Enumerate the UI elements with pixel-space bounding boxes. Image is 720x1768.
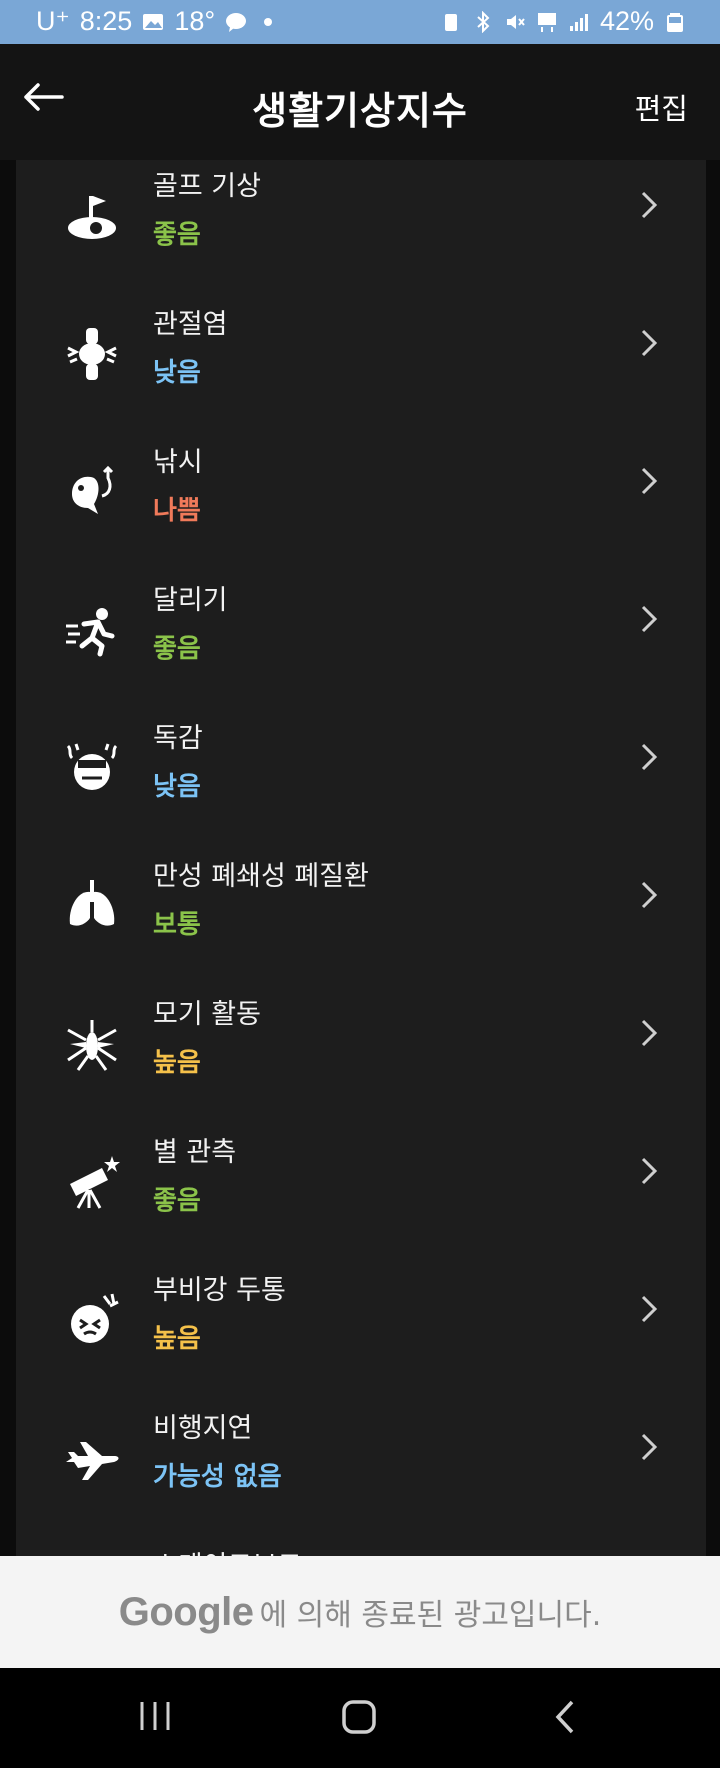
signal-icon — [569, 13, 588, 31]
system-nav-bar — [0, 1668, 720, 1768]
list-item-flight-delay[interactable]: 비행지연 가능성 없음 — [16, 1402, 706, 1540]
joint-icon — [67, 328, 117, 380]
item-status: 좋음 — [153, 220, 201, 250]
list-item-running[interactable]: 달리기 좋음 — [16, 574, 706, 712]
chevron-right-icon — [641, 1433, 658, 1461]
ad-banner: Google 에 의해 종료된 광고입니다. — [0, 1556, 720, 1668]
list-item-skateboard[interactable]: 스케이트보드 — [16, 1540, 706, 1556]
temperature-label: 18° — [174, 6, 216, 36]
battery-saver-icon — [444, 13, 457, 31]
talk-icon — [226, 12, 247, 32]
battery-percent: 42% — [599, 6, 654, 36]
item-status: 좋음 — [153, 634, 201, 664]
item-status: 높음 — [153, 1048, 201, 1078]
5g-icon — [537, 12, 556, 32]
carrier-label: U⁺ — [36, 6, 70, 36]
mute-icon — [506, 14, 525, 29]
item-status: 낮음 — [153, 772, 201, 802]
lungs-icon — [69, 880, 115, 926]
item-name: 골프 기상 — [153, 171, 261, 202]
home-icon[interactable] — [340, 1698, 378, 1736]
ad-closed-text: 에 의해 종료된 광고입니다. — [259, 1598, 602, 1633]
item-name: 비행지연 — [153, 1413, 253, 1444]
list-item-stargazing[interactable]: 별 관측 좋음 — [16, 1126, 706, 1264]
status-bar: U⁺ 8:25 18° 42% — [0, 0, 720, 44]
recent-apps-icon[interactable] — [138, 1698, 172, 1734]
item-status: 높음 — [153, 1324, 201, 1354]
chevron-right-icon — [641, 191, 658, 219]
list-item-mosquito[interactable]: 모기 활동 높음 — [16, 988, 706, 1126]
golf-icon — [68, 196, 116, 239]
item-name: 낚시 — [153, 447, 203, 478]
item-status: 좋음 — [153, 1186, 201, 1216]
app-bar: 생활기상지수 편집 — [0, 44, 720, 160]
chevron-right-icon — [641, 1295, 658, 1323]
item-status: 가능성 없음 — [153, 1462, 282, 1492]
page-title: 생활기상지수 — [252, 89, 468, 133]
chevron-right-icon — [641, 1019, 658, 1047]
item-name: 모기 활동 — [153, 999, 261, 1030]
flu-icon — [66, 743, 118, 790]
battery-icon — [667, 12, 683, 32]
chevron-right-icon — [641, 329, 658, 357]
back-icon[interactable] — [552, 1698, 578, 1736]
chevron-right-icon — [641, 467, 658, 495]
item-name: 달리기 — [153, 585, 228, 616]
list-item-sinus-headache[interactable]: 부비강 두통 높음 — [16, 1264, 706, 1402]
fishing-icon — [72, 465, 114, 514]
list-item-arthritis[interactable]: 관절염 낮음 — [16, 298, 706, 436]
index-list: 골프 기상 좋음 관절염 낮음 낚시 나쁨 달리기 좋음 독감 낮음 만성 폐쇄… — [16, 160, 706, 1556]
dot-icon — [264, 17, 273, 26]
headache-icon — [71, 1293, 119, 1343]
edit-button[interactable]: 편집 — [635, 86, 688, 128]
list-item-golf[interactable]: 골프 기상 좋음 — [16, 160, 706, 298]
gallery-icon — [143, 13, 164, 30]
item-status: 낮음 — [153, 358, 201, 388]
item-name: 만성 폐쇄성 폐질환 — [153, 861, 369, 892]
list-item-fishing[interactable]: 낚시 나쁨 — [16, 436, 706, 574]
bluetooth-icon — [477, 10, 490, 33]
chevron-right-icon — [641, 743, 658, 771]
list-item-flu[interactable]: 독감 낮음 — [16, 712, 706, 850]
clock: 8:25 — [79, 6, 133, 36]
list-item-copd[interactable]: 만성 폐쇄성 폐질환 보통 — [16, 850, 706, 988]
running-icon — [66, 608, 115, 657]
item-name: 스케이트보드 — [153, 1544, 302, 1556]
item-name: 관절염 — [153, 309, 228, 340]
item-name: 독감 — [153, 723, 203, 754]
telescope-icon — [70, 1156, 120, 1209]
mosquito-icon — [67, 1020, 117, 1071]
item-status: 보통 — [153, 910, 201, 940]
google-logo: Google — [118, 1589, 254, 1634]
chevron-right-icon — [641, 605, 658, 633]
chevron-right-icon — [641, 881, 658, 909]
item-name: 부비강 두통 — [153, 1275, 286, 1306]
airplane-icon — [66, 1442, 119, 1480]
item-name: 별 관측 — [153, 1137, 237, 1168]
chevron-right-icon — [641, 1157, 658, 1185]
item-status: 나쁨 — [153, 496, 201, 526]
